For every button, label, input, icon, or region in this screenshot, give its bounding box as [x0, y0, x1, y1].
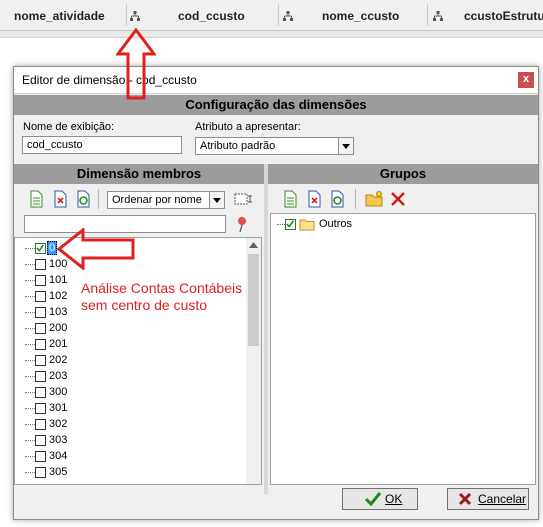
hierarchy-icon[interactable] — [130, 11, 140, 21]
config-section-header: Configuração das dimensões — [14, 95, 538, 115]
annotation-line-2: sem centro de custo — [81, 297, 208, 313]
checkbox[interactable] — [35, 259, 46, 270]
attribute-select-value: Atributo padrão — [200, 140, 276, 152]
checkmark-icon — [286, 220, 295, 228]
column-header-cod-ccusto[interactable]: cod_ccusto — [178, 6, 245, 26]
checkbox[interactable] — [35, 339, 46, 350]
cancel-label: Cancelar — [478, 492, 527, 506]
delete-icon[interactable] — [388, 189, 408, 209]
hierarchy-icon[interactable] — [433, 11, 443, 21]
item-label: 101 — [49, 274, 68, 286]
sort-select-value: Ordenar por nome — [112, 194, 202, 206]
attribute-select[interactable]: Atributo padrão — [195, 137, 354, 155]
delete-group-icon[interactable] — [304, 189, 324, 209]
cancel-button[interactable]: Cancelar — [447, 488, 529, 510]
delete-document-icon[interactable] — [50, 189, 70, 209]
item-label: 200 — [49, 322, 68, 334]
members-tree[interactable]: 0 100 101 102 103 200 201 202 203 300 30… — [14, 237, 262, 485]
display-name-label: Nome de exibição: — [23, 121, 115, 133]
scrollbar-thumb[interactable] — [248, 254, 259, 346]
checkbox[interactable] — [35, 403, 46, 414]
folder-icon — [299, 219, 315, 231]
chevron-down-icon[interactable] — [209, 192, 224, 208]
item-label: 201 — [49, 338, 68, 350]
list-item[interactable]: Outros — [277, 217, 427, 233]
checkmark-icon — [36, 244, 45, 252]
checkbox[interactable] — [285, 219, 296, 230]
pin-icon[interactable] — [235, 215, 249, 233]
item-label: 0 — [47, 241, 58, 255]
column-separator — [278, 4, 279, 26]
checkbox[interactable] — [35, 243, 46, 254]
item-label: Outros — [319, 218, 353, 230]
item-label: 302 — [49, 418, 68, 430]
hierarchy-icon[interactable] — [283, 11, 293, 21]
annotation-left-arrow-icon — [57, 228, 135, 270]
close-button[interactable]: x — [518, 72, 534, 88]
new-document-icon[interactable] — [26, 189, 46, 209]
dialog-title: Editor de dimensão - cod_ccusto — [22, 73, 197, 87]
cancel-x-icon — [458, 492, 472, 506]
ok-button[interactable]: OK — [342, 488, 418, 510]
splitter[interactable] — [264, 164, 268, 494]
new-folder-icon[interactable] — [364, 189, 384, 209]
item-label: 305 — [49, 466, 68, 478]
checkbox[interactable] — [35, 467, 46, 478]
checkbox[interactable] — [35, 291, 46, 302]
refresh-groups-icon[interactable] — [327, 189, 347, 209]
checkbox[interactable] — [35, 323, 46, 334]
sort-select[interactable]: Ordenar por nome — [107, 191, 225, 209]
checkbox[interactable] — [35, 355, 46, 366]
refresh-icon[interactable] — [73, 189, 93, 209]
checkbox[interactable] — [35, 307, 46, 318]
scroll-up-icon[interactable] — [249, 242, 258, 248]
chevron-down-icon[interactable] — [338, 138, 353, 154]
members-section-header: Dimensão membros — [14, 164, 264, 184]
groups-tree[interactable]: Outros — [270, 213, 536, 485]
item-label: 303 — [49, 434, 68, 446]
item-label: 103 — [49, 306, 68, 318]
column-header-ccusto-estrutura[interactable]: ccustoEstrutu — [464, 6, 543, 26]
checkbox[interactable] — [35, 275, 46, 286]
vertical-scrollbar[interactable] — [246, 238, 261, 484]
item-label: 300 — [49, 386, 68, 398]
item-label: 102 — [49, 290, 68, 302]
checkbox[interactable] — [35, 387, 46, 398]
groups-section-header: Grupos — [268, 164, 538, 184]
checkbox[interactable] — [35, 371, 46, 382]
grid-header: nome_atividade cod_ccusto nome_ccusto cc… — [0, 0, 543, 31]
item-label: 301 — [49, 402, 68, 414]
grid-filter-row — [0, 31, 543, 38]
toolbar-separator — [355, 189, 356, 209]
toolbar-separator — [98, 189, 99, 209]
item-label: 202 — [49, 354, 68, 366]
checkmark-icon — [365, 492, 381, 506]
column-separator — [126, 4, 127, 26]
annotation-up-arrow-icon — [116, 28, 156, 100]
item-label: 304 — [49, 450, 68, 462]
column-separator — [427, 4, 428, 26]
attribute-label: Atributo a apresentar: — [195, 121, 301, 133]
dialog-titlebar[interactable]: Editor de dimensão - cod_ccusto x — [14, 67, 538, 94]
ok-label: OK — [385, 492, 403, 506]
column-header-nome-ccusto[interactable]: nome_ccusto — [322, 6, 399, 26]
item-label: 203 — [49, 370, 68, 382]
display-name-input[interactable]: cod_ccusto — [22, 136, 182, 154]
column-header-nome-atividade[interactable]: nome_atividade — [14, 6, 105, 26]
checkbox[interactable] — [35, 451, 46, 462]
new-group-icon[interactable] — [280, 189, 300, 209]
expand-all-icon[interactable] — [233, 189, 253, 209]
annotation-line-1: Análise Contas Contábeis — [81, 280, 243, 296]
checkbox[interactable] — [35, 419, 46, 430]
checkbox[interactable] — [35, 435, 46, 446]
